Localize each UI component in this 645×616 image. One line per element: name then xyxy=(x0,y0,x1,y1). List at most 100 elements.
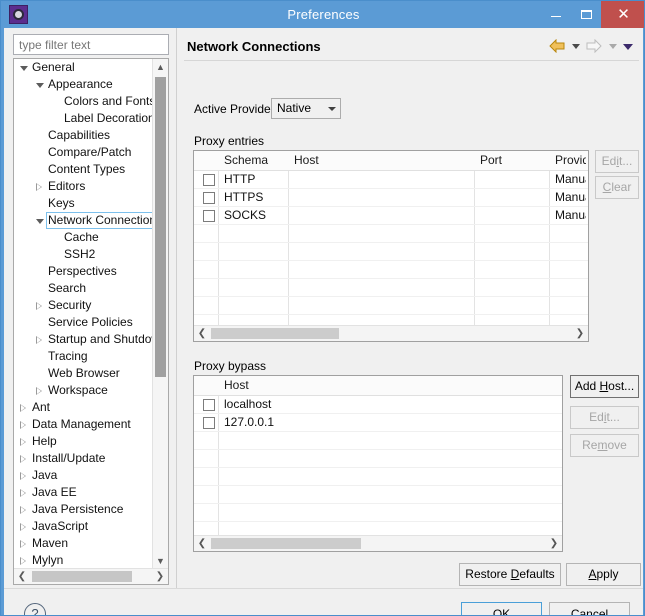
sidebar-item-ant[interactable]: Ant xyxy=(14,399,153,416)
row-checkbox[interactable] xyxy=(203,399,215,411)
sidebar-item-java-ee[interactable]: Java EE xyxy=(14,484,153,501)
chevron-right-icon[interactable]: ❯ xyxy=(152,569,168,584)
chevron-left-icon[interactable]: ❮ xyxy=(194,536,210,551)
row-checkbox[interactable] xyxy=(203,210,215,222)
sidebar-item-colors-and-fonts[interactable]: Colors and Fonts xyxy=(14,93,153,110)
sidebar-item-content-types[interactable]: Content Types xyxy=(14,161,153,178)
sidebar-item-workspace[interactable]: Workspace xyxy=(14,382,153,399)
chevron-up-icon[interactable]: ▲ xyxy=(153,59,168,75)
table-row[interactable]: HTTPS Manual xyxy=(194,189,588,207)
sidebar-item-web-browser[interactable]: Web Browser xyxy=(14,365,153,382)
view-menu-chevron-down-icon[interactable] xyxy=(623,44,633,50)
sidebar-item-install-update[interactable]: Install/Update xyxy=(14,450,153,467)
row-checkbox[interactable] xyxy=(203,417,215,429)
tree-vertical-scrollbar[interactable]: ▲ ▼ xyxy=(152,59,168,569)
collapsed-triangle-inner xyxy=(21,405,25,411)
expanded-triangle-icon[interactable] xyxy=(36,219,44,224)
restore-defaults-button[interactable]: Restore Defaults xyxy=(459,563,561,586)
sidebar-item-cache[interactable]: Cache xyxy=(14,229,153,246)
sidebar-item-label: Web Browser xyxy=(48,366,120,380)
sidebar-item-tracing[interactable]: Tracing xyxy=(14,348,153,365)
preferences-tree[interactable]: General Appearance Colors and Fonts Label D… xyxy=(13,58,169,585)
sidebar-item-label: Tracing xyxy=(48,349,88,363)
hscroll-thumb[interactable] xyxy=(211,328,339,339)
collapsed-triangle-inner xyxy=(37,303,41,309)
chevron-right-icon[interactable]: ❯ xyxy=(572,326,588,341)
tree-hscroll-thumb[interactable] xyxy=(32,571,132,582)
apply-button[interactable]: Apply xyxy=(566,563,641,586)
sidebar-item-label: Colors and Fonts xyxy=(64,94,153,108)
sidebar-item-maven[interactable]: Maven xyxy=(14,535,153,552)
sidebar-item-capabilities[interactable]: Capabilities xyxy=(14,127,153,144)
expanded-triangle-icon[interactable] xyxy=(36,83,44,88)
proxy-clear-button[interactable]: Clear xyxy=(595,176,639,199)
table-empty-row xyxy=(194,504,562,522)
proxy-bypass-label: Proxy bypass xyxy=(194,359,267,373)
tree-horizontal-scrollbar[interactable]: ❮ ❯ xyxy=(14,568,168,584)
table-row[interactable]: localhost xyxy=(194,396,562,414)
table-row[interactable]: HTTP Manual xyxy=(194,171,588,189)
sidebar-item-editors[interactable]: Editors xyxy=(14,178,153,195)
sidebar-item-network-connections[interactable]: Network Connections xyxy=(14,212,153,229)
sidebar-item-security[interactable]: Security xyxy=(14,297,153,314)
table-row[interactable]: SOCKS Manual xyxy=(194,207,588,225)
sidebar-item-label: Ant xyxy=(32,400,51,414)
sidebar-item-label: Appearance xyxy=(48,77,113,91)
add-host-button[interactable]: Add Host... xyxy=(570,375,639,398)
bypass-edit-button[interactable]: Edit... xyxy=(570,406,639,429)
sidebar-item-perspectives[interactable]: Perspectives xyxy=(14,263,153,280)
sidebar-item-java[interactable]: Java xyxy=(14,467,153,484)
row-checkbox[interactable] xyxy=(203,174,215,186)
proxy-bypass-table[interactable]: Host localhost 127.0.0.1 ❮ ❯ xyxy=(193,375,563,552)
sidebar-item-mylyn[interactable]: Mylyn xyxy=(14,552,153,569)
chevron-left-icon[interactable]: ❮ xyxy=(14,569,30,584)
sidebar-item-label: Java Persistence xyxy=(32,502,124,516)
expanded-triangle-icon[interactable] xyxy=(20,66,28,71)
minimize-button[interactable] xyxy=(541,1,571,28)
row-checkbox[interactable] xyxy=(203,192,215,204)
sidebar-item-label: Java EE xyxy=(32,485,77,499)
back-history-chevron-down-icon[interactable] xyxy=(572,44,580,49)
chevron-down-icon[interactable]: ▼ xyxy=(153,553,168,569)
filter-input[interactable] xyxy=(13,34,169,55)
sidebar-item-search[interactable]: Search xyxy=(14,280,153,297)
hscroll-thumb[interactable] xyxy=(211,538,361,549)
sidebar-item-label: Mylyn xyxy=(32,553,64,567)
sidebar-item-general[interactable]: General xyxy=(14,59,153,76)
sidebar-item-java-persistence[interactable]: Java Persistence xyxy=(14,501,153,518)
table-horizontal-scrollbar[interactable]: ❮ ❯ xyxy=(194,325,588,341)
table-empty-row xyxy=(194,432,562,450)
sidebar-item-help[interactable]: Help xyxy=(14,433,153,450)
table-row[interactable]: 127.0.0.1 xyxy=(194,414,562,432)
column-header-host[interactable]: Host xyxy=(224,376,560,395)
chevron-right-icon[interactable]: ❯ xyxy=(546,536,562,551)
sidebar-item-service-policies[interactable]: Service Policies xyxy=(14,314,153,331)
column-header-host[interactable]: Host xyxy=(294,151,472,170)
sidebar-item-javascript[interactable]: JavaScript xyxy=(14,518,153,535)
column-header-port[interactable]: Port xyxy=(480,151,547,170)
ok-button[interactable]: OK xyxy=(461,602,542,615)
proxy-entries-table[interactable]: Schema Host Port Provider HTTP Manual HTTPS Man… xyxy=(193,150,589,342)
sidebar-item-compare-patch[interactable]: Compare/Patch xyxy=(14,144,153,161)
column-header-schema[interactable]: Schema xyxy=(224,151,286,170)
close-button[interactable]: ✕ xyxy=(601,1,644,28)
sidebar-item-label: Service Policies xyxy=(48,315,133,329)
sidebar-item-keys[interactable]: Keys xyxy=(14,195,153,212)
sidebar-item-label-decorations[interactable]: Label Decorations xyxy=(14,110,153,127)
chevron-left-icon[interactable]: ❮ xyxy=(194,326,210,341)
maximize-button[interactable] xyxy=(571,1,601,28)
sidebar-item-appearance[interactable]: Appearance xyxy=(14,76,153,93)
sidebar-item-label: Startup and Shutdown xyxy=(48,332,153,346)
sidebar-item-startup-and-shutdown[interactable]: Startup and Shutdown xyxy=(14,331,153,348)
tree-vscroll-thumb[interactable] xyxy=(155,77,166,377)
column-header-provider[interactable]: Provider xyxy=(555,151,586,170)
bypass-remove-button[interactable]: Remove xyxy=(570,434,639,457)
back-arrow-icon[interactable] xyxy=(549,39,565,53)
cancel-button[interactable]: Cancel xyxy=(549,602,630,615)
active-provider-select[interactable]: Native xyxy=(271,98,341,119)
proxy-edit-button[interactable]: Edit... xyxy=(595,150,639,173)
sidebar-item-data-management[interactable]: Data Management xyxy=(14,416,153,433)
question-mark-icon[interactable]: ? xyxy=(24,603,46,615)
table-horizontal-scrollbar[interactable]: ❮ ❯ xyxy=(194,535,562,551)
sidebar-item-ssh2[interactable]: SSH2 xyxy=(14,246,153,263)
